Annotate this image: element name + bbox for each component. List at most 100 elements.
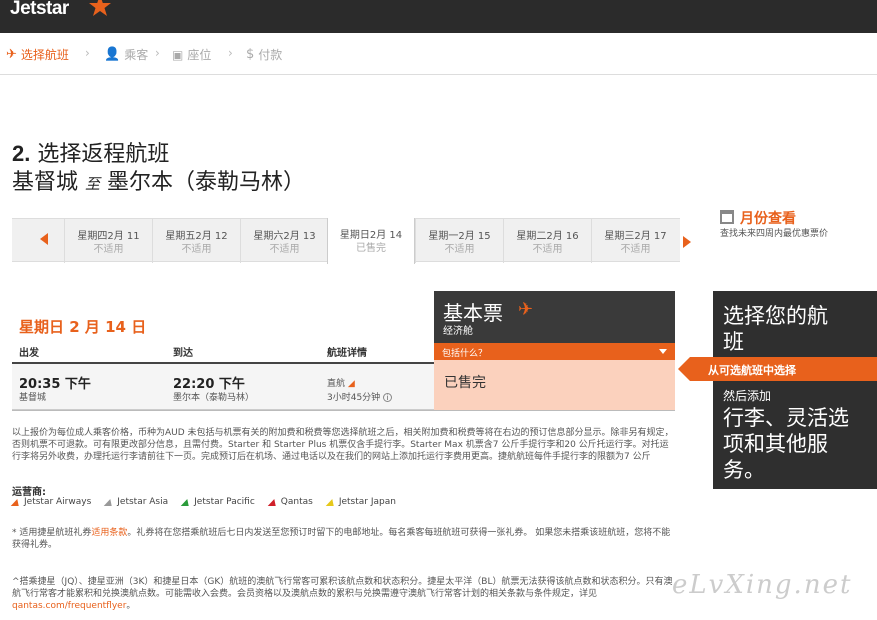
- date-status: 不适用: [93, 244, 124, 255]
- date-status: 已售完: [356, 243, 386, 254]
- person-icon: 👤: [104, 47, 121, 62]
- date-label: 星期二2月 16: [516, 231, 579, 242]
- calendar-icon: [720, 210, 734, 224]
- promo-arrow: 从可选航班中选择: [678, 357, 877, 381]
- operator-marker-icon: [10, 498, 22, 506]
- origin-city: 基督城: [12, 170, 79, 195]
- step-label: 付款: [258, 48, 283, 62]
- note-text: * 适用捷星航班礼券: [12, 528, 92, 538]
- title-text: 选择返程航班: [37, 142, 170, 167]
- operator-marker-icon: [267, 498, 279, 506]
- col-details: 航班详情: [327, 348, 367, 359]
- operator-name: Jetstar Japan: [338, 497, 396, 507]
- date-status: 不适用: [269, 244, 300, 255]
- step-label: 选择航班: [20, 48, 69, 62]
- info-icon[interactable]: i: [383, 393, 393, 402]
- operator-item: Jetstar Pacific: [180, 497, 255, 507]
- step-seats: ▣ 座位: [172, 46, 211, 63]
- frequent-flyer-note: ^搭乘捷星（JQ）、捷星亚洲（3K）和捷星日本（GK）航班的澳航飞行常客可累积该…: [12, 576, 675, 612]
- date-tab[interactable]: 星期四2月 11 不适用: [64, 219, 152, 263]
- depart-place: 基督城: [19, 393, 47, 403]
- step-payment: $ 付款: [246, 46, 282, 63]
- step-passengers: 👤 乘客: [104, 46, 148, 63]
- chevron-right-icon: ›: [228, 46, 233, 60]
- date-label: 星期四2月 11: [77, 231, 140, 242]
- date-tab[interactable]: 星期六2月 13 不适用: [240, 219, 328, 263]
- jetstar-logo[interactable]: Jetstar: [10, 0, 69, 20]
- date-tab[interactable]: 星期五2月 12 不适用: [152, 219, 240, 263]
- route: 基督城 至 墨尔本（泰勒马林）: [12, 169, 305, 198]
- col-depart: 出发: [19, 348, 39, 359]
- prev-date-arrow-icon[interactable]: [40, 233, 48, 245]
- date-status: 不适用: [181, 244, 212, 255]
- voucher-note: * 适用捷星航班礼券适用条款。礼券将在您搭乘航班后七日内发送至您预订时留下的电邮…: [12, 527, 675, 551]
- operator-name: Jetstar Airways: [24, 497, 92, 507]
- chevron-down-icon: [659, 349, 667, 354]
- fare-includes-dropdown[interactable]: 包括什么？: [434, 343, 675, 360]
- booking-steps: ✈ 选择航班 › 👤 乘客 › ▣ 座位 › $ 付款: [0, 33, 877, 75]
- fare-cell: 已售完: [434, 360, 675, 410]
- operator-name: Qantas: [280, 497, 313, 507]
- step-select-flight[interactable]: ✈ 选择航班: [6, 46, 69, 63]
- date-status: 不适用: [532, 244, 563, 255]
- step-label: 乘客: [124, 48, 149, 62]
- flight-type[interactable]: 直航 ◢: [327, 376, 355, 389]
- step-number: 2.: [12, 141, 31, 166]
- terms-link[interactable]: 适用条款: [91, 528, 127, 538]
- promo-title: 选择您的航班: [723, 304, 828, 354]
- star-logo-icon: [89, 0, 111, 16]
- arrive-place: 墨尔本（泰勒马林）: [173, 393, 255, 403]
- date-label: 星期日2月 14: [339, 230, 403, 241]
- date-tab[interactable]: 星期二2月 16 不适用: [503, 219, 591, 263]
- dollar-icon: $: [246, 47, 255, 62]
- sold-out-label: 已售完: [444, 375, 486, 391]
- date-tab[interactable]: 星期三2月 17 不适用: [591, 219, 679, 263]
- note-text: 。: [126, 601, 136, 611]
- operators-title: 运营商:: [12, 487, 46, 498]
- operator-item: Qantas: [267, 497, 313, 507]
- destination-city: 墨尔本（泰勒马林）: [107, 170, 306, 195]
- operator-item: Jetstar Asia: [103, 497, 169, 507]
- next-date-arrow-icon[interactable]: [683, 236, 691, 248]
- operator-item: Jetstar Japan: [325, 497, 396, 507]
- step-label: 座位: [187, 48, 212, 62]
- operator-marker-icon: [180, 498, 192, 506]
- date-status: 不适用: [620, 244, 651, 255]
- operator-item: Jetstar Airways: [10, 497, 92, 507]
- plane-icon: ✈: [518, 299, 534, 320]
- top-bar: Jetstar: [0, 0, 877, 33]
- route-separator: 至: [85, 175, 101, 193]
- jetstar-operator-icon: ◢: [347, 379, 355, 389]
- promo-then: 然后添加: [723, 389, 772, 403]
- date-label: 星期五2月 12: [165, 231, 228, 242]
- flight-duration: 3小时45分钟 i: [327, 390, 393, 403]
- promo-panel: 选择您的航班 然后添加 行李、灵活选项和其他服务。: [713, 291, 877, 489]
- operator-marker-icon: [103, 498, 115, 506]
- operators-legend: Jetstar Airways Jetstar Asia Jetstar Pac…: [10, 497, 396, 507]
- fare-notes: 以上报价为每位成人乘客价格，币种为AUD 未包括与机票有关的附加费和税费等您选择…: [12, 428, 674, 462]
- watermark: eLvXing.net: [672, 570, 853, 600]
- frequent-flyer-link[interactable]: qantas.com/frequentflyer: [12, 601, 126, 611]
- duration-label: 3小时45分钟: [327, 393, 381, 403]
- date-tab-selected[interactable]: 星期日2月 14 已售完: [327, 218, 415, 264]
- note-text: ^搭乘捷星（JQ）、捷星亚洲（3K）和捷星日本（GK）航班的澳航飞行常客可累积该…: [12, 577, 673, 599]
- date-tab[interactable]: 星期一2月 15 不适用: [415, 219, 503, 263]
- flight-type-label: 直航: [327, 379, 346, 389]
- month-view-link[interactable]: 月份查看: [740, 208, 796, 228]
- col-arrive: 到达: [173, 348, 193, 359]
- operator-name: Jetstar Asia: [117, 497, 169, 507]
- promo-extras: 行李、灵活选项和其他服务。: [723, 406, 849, 482]
- page-title: 2. 选择返程航班 基督城 至 墨尔本（泰勒马林）: [12, 140, 305, 198]
- chevron-right-icon: ›: [155, 46, 160, 60]
- operator-name: Jetstar Pacific: [194, 497, 255, 507]
- date-label: 星期一2月 15: [428, 231, 491, 242]
- selected-day-title: 星期日 2 月 14 日: [19, 318, 147, 336]
- plane-icon: ✈: [6, 47, 17, 62]
- seat-icon: ▣: [172, 47, 184, 62]
- operator-marker-icon: [325, 498, 337, 506]
- chevron-right-icon: ›: [85, 46, 90, 60]
- flight-row: 20:35 下午 基督城 22:20 下午 墨尔本（泰勒马林） 直航 ◢ 3小时…: [12, 364, 434, 410]
- includes-label: 包括什么？: [442, 349, 488, 359]
- date-label: 星期三2月 17: [604, 231, 667, 242]
- month-view-subtitle: 查找未来四周内最优惠票价: [720, 229, 829, 239]
